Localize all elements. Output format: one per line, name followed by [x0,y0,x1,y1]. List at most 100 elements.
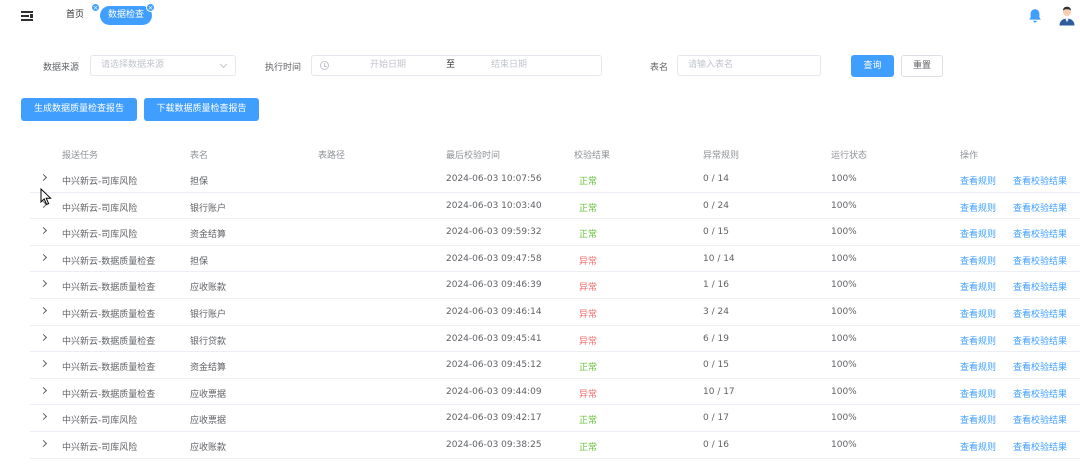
cell-abnormal-rules: 3 / 24 [703,307,729,317]
cell-abnormal-rules: 0 / 16 [703,440,729,450]
end-date-input[interactable]: 结束日期 [491,56,527,75]
col-last-check-time: 最后校验时间 [446,151,501,161]
cell-check-result: 异常 [579,256,598,267]
range-separator: 至 [446,60,456,70]
table-row: 中兴新云-数据质量检查 银行账户 2024-06-03 09:46:14 异常 3 / … [30,299,1080,326]
view-results-link[interactable]: 查看校验结果 [1013,201,1067,214]
cell-check-result: 正常 [579,416,598,427]
cell-table-name: 应收账款 [190,283,227,294]
cell-task: 中兴新云-数据质量检查 [62,256,156,267]
table-name-label: 表名 [650,63,669,73]
view-rules-link[interactable]: 查看规则 [960,413,996,426]
cell-run-status: 100% [831,280,857,291]
view-results-link[interactable]: 查看校验结果 [1013,174,1067,187]
tab-data-check[interactable]: 数据检查 × [100,3,155,25]
cell-last-check-time: 2024-06-03 09:59:32 [446,227,542,238]
view-rules-link[interactable]: 查看规则 [960,360,996,373]
view-results-link[interactable]: 查看校验结果 [1013,227,1067,240]
view-rules-link[interactable]: 查看规则 [960,254,996,267]
cell-run-status: 100% [831,174,857,184]
tab-home[interactable]: 首页 × [58,3,100,25]
view-results-link[interactable]: 查看校验结果 [1013,413,1067,426]
chevron-right-icon[interactable] [39,253,48,261]
chevron-right-icon[interactable] [39,280,48,288]
view-rules-link[interactable]: 查看规则 [960,227,996,240]
cell-last-check-time: 2024-06-03 09:38:25 [446,440,542,450]
cell-run-status: 100% [831,413,857,424]
table-name-input[interactable]: 请输入表名 [677,55,821,76]
chevron-right-icon[interactable] [39,306,48,315]
table-row: 中兴新云-数据质量检查 银行贷款 2024-06-03 09:45:41 异常 6 / … [30,326,1080,353]
view-results-link[interactable]: 查看校验结果 [1013,254,1067,267]
cell-last-check-time: 2024-06-03 09:47:58 [446,253,542,264]
chevron-right-icon[interactable] [39,439,48,448]
view-rules-link[interactable]: 查看规则 [960,174,996,187]
view-rules-link[interactable]: 查看规则 [960,201,996,214]
cell-last-check-time: 2024-06-03 09:46:39 [446,280,542,291]
bell-icon[interactable] [1028,8,1042,24]
cell-abnormal-rules: 0 / 24 [703,200,729,211]
cell-check-result: 异常 [579,283,598,294]
view-results-link[interactable]: 查看校验结果 [1013,440,1067,453]
reset-button[interactable]: 重置 [901,55,943,77]
source-select[interactable]: 请选择数据来源 [90,55,236,76]
avatar[interactable] [1058,6,1076,26]
col-check-result: 校验结果 [574,151,611,161]
view-results-link[interactable]: 查看校验结果 [1013,307,1067,320]
chevron-right-icon[interactable] [39,227,48,235]
cell-check-result: 正常 [579,443,598,453]
chevron-right-icon[interactable] [39,333,48,341]
cell-run-status: 100% [831,200,857,211]
table-row: 中兴新云-数据质量检查 担保 2024-06-03 09:47:58 异常 10 / 1… [30,246,1080,273]
cell-last-check-time: 2024-06-03 09:42:17 [446,413,542,424]
chevron-right-icon[interactable] [39,413,48,421]
close-icon[interactable]: × [91,3,100,12]
view-rules-link[interactable]: 查看规则 [960,387,996,400]
col-actions: 操作 [960,151,979,161]
cell-last-check-time: 2024-06-03 09:45:41 [446,333,542,344]
chevron-down-icon [219,60,228,69]
view-results-link[interactable]: 查看校验结果 [1013,334,1067,347]
cell-task: 中兴新云-司库风险 [62,416,138,427]
start-date-input[interactable]: 开始日期 [370,56,406,75]
cell-table-name: 银行账户 [190,310,227,320]
cell-check-result: 正常 [579,203,598,214]
clock-icon [320,61,329,70]
view-results-link[interactable]: 查看校验结果 [1013,387,1067,400]
cell-abnormal-rules: 6 / 19 [703,333,729,344]
cell-abnormal-rules: 0 / 14 [703,174,729,184]
cell-task: 中兴新云-数据质量检查 [62,310,156,320]
menu-fold-icon[interactable] [21,10,35,23]
table-header: 报送任务 表名 表路径 最后校验时间 校验结果 异常规则 运行状态 操作 [30,140,1080,166]
view-rules-link[interactable]: 查看规则 [960,307,996,320]
query-button[interactable]: 查询 [851,55,894,77]
cell-run-status: 100% [831,333,857,344]
cell-abnormal-rules: 10 / 14 [703,253,735,264]
cell-run-status: 100% [831,360,857,371]
col-abnormal-rules: 异常规则 [703,151,740,161]
close-icon[interactable]: × [146,3,155,12]
chevron-right-icon[interactable] [39,360,48,368]
view-rules-link[interactable]: 查看规则 [960,440,996,453]
chevron-right-icon[interactable] [39,173,48,182]
exec-time-label: 执行时间 [265,63,302,73]
cell-task: 中兴新云-数据质量检查 [62,336,156,347]
download-report-button[interactable]: 下载数据质量检查报告 [144,98,259,121]
tab-data-check-label: 数据检查 [107,10,144,20]
cell-check-result: 正常 [579,230,598,241]
cell-last-check-time: 2024-06-03 10:07:56 [446,174,542,184]
view-rules-link[interactable]: 查看规则 [960,280,996,293]
generate-report-button[interactable]: 生成数据质量检查报告 [21,98,137,121]
cell-check-result: 正常 [579,363,598,374]
col-table-name: 表名 [190,151,209,161]
cell-table-name: 担保 [190,256,209,267]
cell-table-name: 银行账户 [190,203,227,214]
date-range-picker[interactable]: 开始日期 至 结束日期 [311,55,602,76]
view-results-link[interactable]: 查看校验结果 [1013,360,1067,373]
source-placeholder: 请选择数据来源 [101,60,165,70]
cell-run-status: 100% [831,307,857,317]
chevron-right-icon[interactable] [39,386,48,394]
view-results-link[interactable]: 查看校验结果 [1013,280,1067,293]
cell-table-name: 资金结算 [190,363,227,374]
view-rules-link[interactable]: 查看规则 [960,334,996,347]
